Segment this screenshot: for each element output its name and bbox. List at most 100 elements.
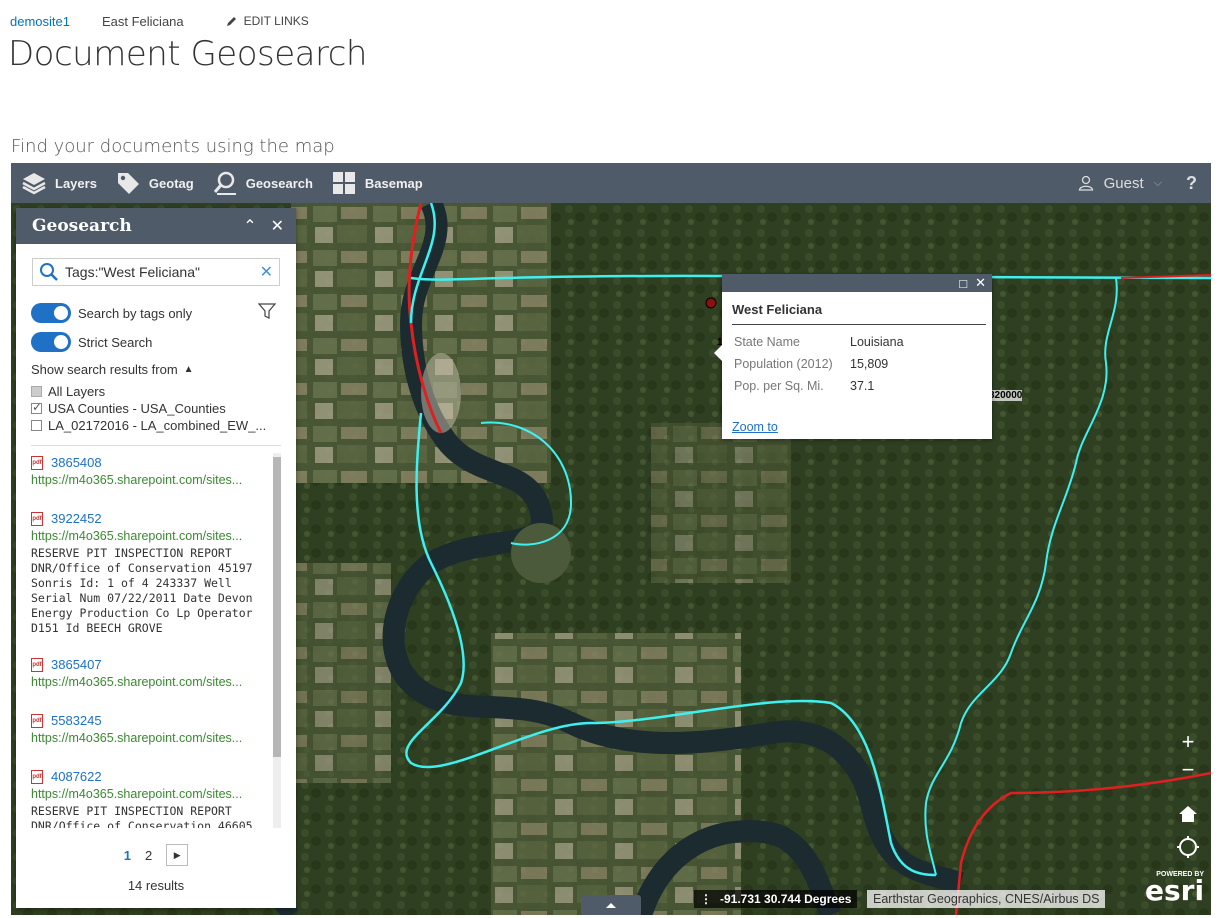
pdf-icon: pdf (31, 511, 43, 526)
pencil-icon (226, 17, 236, 26)
list-item: pdf 3922452 https://m4o365.sharepoint.com… (31, 511, 271, 636)
popup-field-row: State Name Louisiana (734, 335, 904, 349)
show-from-label: Show search results from (31, 362, 178, 377)
la-layer-checkbox[interactable] (31, 420, 42, 431)
top-nav: demosite1 East Feliciana EDIT LINKS (10, 12, 309, 30)
result-id-link[interactable]: 3922452 (51, 511, 102, 526)
tags-only-label: Search by tags only (78, 305, 193, 321)
geotag-button[interactable]: Geotag (115, 170, 194, 196)
close-popup-icon[interactable]: ✕ (975, 275, 986, 291)
pdf-icon: pdf (31, 713, 43, 728)
result-url-link[interactable]: https://m4o365.sharepoint.com/sites... (31, 731, 271, 745)
show-results-from-toggle[interactable]: Show search results from ▲ (31, 362, 194, 377)
collapse-panel-button[interactable]: ⌃ (243, 216, 256, 236)
map-app: Layers Geotag Geosearch Basemap Guest ⌵ … (11, 163, 1211, 915)
result-id-link[interactable]: 3865407 (51, 657, 102, 672)
list-item: pdf 4087622 https://m4o365.sharepoint.com… (31, 769, 271, 828)
geosearch-button[interactable]: Geosearch (212, 170, 313, 196)
chevron-up-icon (606, 903, 616, 908)
map-toolbar: Layers Geotag Geosearch Basemap Guest ⌵ … (11, 163, 1211, 203)
user-icon (1078, 175, 1093, 191)
next-page-button[interactable]: ▶ (166, 844, 189, 866)
edit-links-label: EDIT LINKS (243, 14, 309, 28)
result-id-link[interactable]: 5583245 (51, 713, 102, 728)
result-description: RESERVE PIT INSPECTION REPORT DNR/Office… (31, 546, 253, 635)
geosearch-panel: Geosearch ⌃ ✕ ✕ Search by tags only Stri… (16, 208, 296, 908)
zoom-to-link[interactable]: Zoom to (732, 420, 778, 434)
tags-only-toggle[interactable] (31, 303, 71, 323)
close-panel-button[interactable]: ✕ (271, 216, 284, 236)
divider (31, 445, 281, 446)
result-url-link[interactable]: https://m4o365.sharepoint.com/sites... (31, 787, 271, 801)
chevron-down-icon: ⌵ (1153, 176, 1162, 189)
expand-bottom-panel-button[interactable] (581, 895, 641, 915)
pdf-icon: pdf (31, 455, 43, 470)
zoom-out-button[interactable]: − (1176, 757, 1200, 783)
popup-title: West Feliciana (732, 302, 823, 317)
chevron-up-icon: ▲ (183, 364, 194, 375)
maximize-icon[interactable]: □ (959, 276, 967, 291)
results-scrollbar[interactable] (273, 453, 281, 828)
popup-field-row: Pop. per Sq. Mi. 37.1 (734, 379, 874, 393)
result-id-link[interactable]: 4087622 (51, 769, 102, 784)
filter-icon[interactable] (258, 302, 276, 320)
field-value: 15,809 (850, 357, 889, 371)
list-item: pdf 3865407 https://m4o365.sharepoint.com… (31, 657, 271, 689)
list-item: pdf 5583245 https://m4o365.sharepoint.com… (31, 713, 271, 745)
list-item: pdf 3865408 https://m4o365.sharepoint.com… (31, 455, 271, 487)
strict-toggle-row: Strict Search (31, 332, 152, 352)
coordinate-readout: ⋮ -91.731 30.744 Degrees (694, 890, 858, 908)
geosearch-panel-header: Geosearch ⌃ ✕ (16, 208, 296, 244)
layers-button[interactable]: Layers (21, 170, 97, 196)
zoom-in-button[interactable]: + (1176, 729, 1200, 755)
home-icon (1179, 806, 1197, 822)
help-button[interactable]: ? (1186, 173, 1197, 194)
results-list: pdf 3865408 https://m4o365.sharepoint.com… (16, 453, 284, 828)
locate-button[interactable] (1177, 836, 1199, 863)
scrollbar-thumb[interactable] (273, 457, 281, 757)
strict-search-toggle[interactable] (31, 332, 71, 352)
field-value: 37.1 (850, 379, 875, 393)
page-title: Document Geosearch (8, 34, 367, 74)
all-layers-label: All Layers (48, 384, 106, 399)
breadcrumb-east-feliciana[interactable]: East Feliciana (102, 14, 184, 29)
page-2-button[interactable]: 2 (145, 848, 152, 863)
usa-counties-checkbox[interactable] (31, 400, 42, 414)
page-1-button[interactable]: 1 (124, 848, 131, 863)
geotag-label: Geotag (148, 175, 194, 191)
layer-option-usa-counties[interactable]: USA Counties - USA_Counties (31, 400, 226, 416)
search-icon (40, 263, 58, 281)
popup-field-row: Population (2012) 15,809 (734, 357, 888, 371)
result-id-link[interactable]: 3865408 (51, 455, 102, 470)
pdf-icon: pdf (31, 657, 43, 672)
geosearch-icon (213, 171, 236, 195)
result-url-link[interactable]: https://m4o365.sharepoint.com/sites... (31, 675, 271, 689)
clear-search-icon[interactable]: ✕ (260, 262, 273, 282)
layer-option-la[interactable]: LA_02172016 - LA_combined_EW_... (31, 418, 266, 433)
field-key: Population (2012) (734, 357, 833, 371)
site-link[interactable]: demosite1 (10, 14, 70, 29)
edit-links-button[interactable]: EDIT LINKS (226, 14, 309, 28)
la-layer-label: LA_02172016 - LA_combined_EW_... (48, 418, 267, 433)
pdf-icon: pdf (31, 769, 43, 784)
result-description: RESERVE PIT INSPECTION REPORT DNR/Office… (31, 804, 253, 828)
feature-label: 320000 (989, 390, 1023, 401)
esri-wordmark: esri (1145, 874, 1205, 907)
field-value: Louisiana (850, 335, 904, 349)
popup-pointer (714, 344, 723, 362)
result-url-link[interactable]: https://m4o365.sharepoint.com/sites... (31, 529, 271, 543)
layer-option-all[interactable]: All Layers (31, 384, 105, 399)
tags-only-toggle-row: Search by tags only (31, 303, 192, 323)
results-count: 14 results (127, 878, 185, 893)
home-button[interactable] (1177, 803, 1199, 830)
esri-logo[interactable]: POWERED BY esri (1145, 871, 1205, 907)
field-key: Pop. per Sq. Mi. (734, 379, 824, 393)
basemap-button[interactable]: Basemap (331, 170, 423, 196)
all-layers-checkbox[interactable] (31, 386, 42, 397)
pagination: 1 2 ▶ (16, 844, 296, 866)
user-menu[interactable]: Guest (1104, 175, 1144, 192)
coordinates-icon[interactable]: ⋮ (700, 892, 712, 906)
search-input[interactable] (63, 263, 260, 281)
result-url-link[interactable]: https://m4o365.sharepoint.com/sites... (31, 473, 271, 487)
chevron-right-icon: ▶ (173, 849, 181, 860)
